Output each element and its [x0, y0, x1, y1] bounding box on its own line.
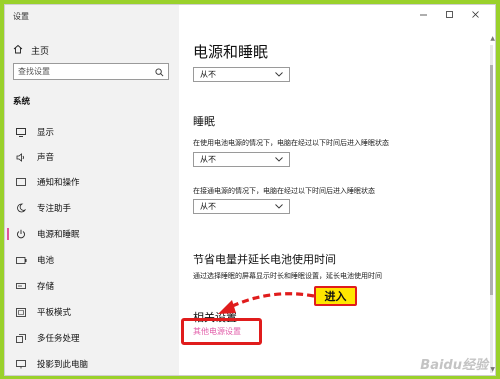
sidebar-item-label: 投影到此电脑	[37, 360, 89, 370]
sidebar-item-label: 显示	[37, 128, 55, 138]
watermark: Baidu经验	[420, 358, 488, 373]
scroll-up-icon[interactable]: ▲	[490, 35, 495, 42]
sidebar-item-battery[interactable]: 电池	[5, 251, 179, 269]
sidebar-item-label: 平板模式	[37, 308, 72, 318]
project-icon	[15, 359, 27, 369]
sleep-battery-desc: 在使用电池电源的情况下，电脑在经过以下时间后进入睡眠状态	[193, 139, 389, 147]
chevron-down-icon	[275, 155, 283, 164]
battery-heading: 节省电量并延长电池使用时间	[193, 253, 336, 266]
close-icon[interactable]	[471, 10, 480, 22]
active-indicator	[7, 228, 9, 240]
sidebar-item-sound[interactable]: 声音	[5, 148, 179, 166]
home-label: 主页	[31, 46, 50, 57]
search-icon[interactable]	[155, 62, 164, 81]
sidebar-item-multitasking[interactable]: 多任务处理	[5, 329, 179, 347]
sidebar-item-power-sleep[interactable]: 电源和睡眠	[5, 225, 179, 243]
scrollbar-thumb[interactable]	[490, 65, 493, 295]
multitask-icon	[15, 333, 27, 343]
sidebar-item-label: 专注助手	[37, 204, 72, 214]
screen-timeout-select[interactable]: 从不	[193, 67, 290, 82]
sidebar-item-label: 多任务处理	[37, 334, 80, 344]
sidebar-item-storage[interactable]: 存储	[5, 277, 179, 295]
power-icon	[15, 229, 27, 239]
sidebar-item-label: 声音	[37, 153, 55, 163]
moon-icon	[15, 203, 27, 213]
select-value: 从不	[200, 70, 216, 79]
scroll-down-icon[interactable]: ▼	[490, 366, 495, 373]
sidebar-item-focus-assist[interactable]: 专注助手	[5, 199, 179, 217]
minimize-icon[interactable]	[419, 10, 428, 22]
tablet-icon	[15, 307, 27, 317]
monitor-icon	[15, 127, 27, 137]
section-title: 系统	[13, 97, 31, 107]
notification-icon	[15, 177, 27, 187]
select-value: 从不	[200, 155, 216, 164]
sleep-battery-select[interactable]: 从不	[193, 152, 290, 167]
select-value: 从不	[200, 202, 216, 211]
page-title: 电源和睡眠	[193, 43, 269, 61]
sidebar-item-notifications[interactable]: 通知和操作	[5, 173, 179, 191]
sidebar-item-display[interactable]: 显示	[5, 123, 179, 141]
home-icon	[13, 44, 23, 57]
sleep-plugged-select[interactable]: 从不	[193, 199, 290, 214]
maximize-icon[interactable]	[445, 10, 454, 22]
search-input[interactable]: 查找设置	[13, 63, 169, 80]
chevron-down-icon	[275, 202, 283, 211]
sidebar: 设置 主页 查找设置 系统 显示 声音 通知和操作 专注助手 电源和睡眠 电池 …	[5, 5, 179, 375]
sleep-plugged-desc: 在接通电源的情况下，电脑在经过以下时间后进入睡眠状态	[193, 187, 375, 195]
sidebar-item-label: 电池	[37, 256, 55, 266]
sleep-heading: 睡眠	[193, 115, 215, 128]
sidebar-item-label: 存储	[37, 282, 55, 292]
storage-icon	[15, 282, 27, 290]
arrow-annotation	[218, 292, 315, 314]
speaker-icon	[15, 152, 27, 162]
sidebar-item-label: 通知和操作	[37, 178, 80, 188]
sidebar-item-tablet-mode[interactable]: 平板模式	[5, 303, 179, 321]
search-placeholder: 查找设置	[18, 67, 50, 76]
sidebar-item-label: 电源和睡眠	[37, 230, 80, 240]
window-title: 设置	[13, 12, 29, 21]
callout-label: 进入	[314, 286, 357, 306]
chevron-down-icon	[275, 70, 283, 79]
home-link[interactable]: 主页	[13, 43, 49, 57]
battery-icon	[15, 256, 27, 264]
battery-desc: 通过选择睡眠的屏幕显示时长和睡眠设置，延长电池使用时间	[193, 272, 382, 280]
sidebar-item-project[interactable]: 投影到此电脑	[5, 355, 179, 373]
